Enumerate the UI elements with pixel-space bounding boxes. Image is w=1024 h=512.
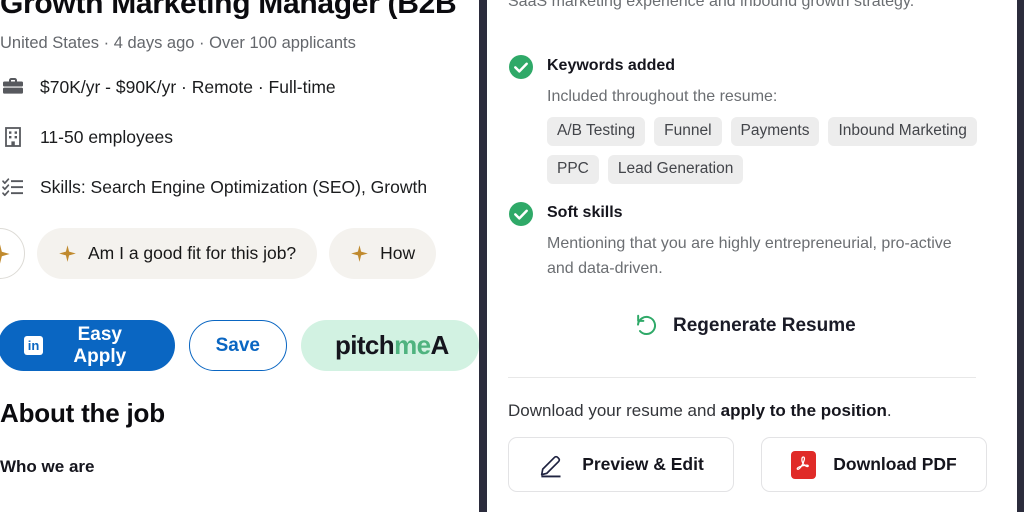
regenerate-resume-label: Regenerate Resume <box>673 314 856 336</box>
job-detail-skills-text: Skills: Search Engine Optimization (SEO)… <box>40 176 428 197</box>
save-button[interactable]: Save <box>188 320 287 371</box>
section-soft-skills-title: Soft skills <box>547 204 623 221</box>
keyword-chip[interactable]: A/B Testing <box>547 117 646 146</box>
preview-and-edit-label: Preview & Edit <box>582 454 704 474</box>
section-soft-skills-body: Mentioning that you are highly entrepren… <box>547 235 952 277</box>
sparkle-icon <box>59 245 76 262</box>
download-prompt-plain: Download your resume and <box>508 401 721 420</box>
pitchme-part-three: A <box>430 330 449 360</box>
linkedin-icon: in <box>24 336 43 355</box>
pitchme-part-one: pitch <box>334 330 395 360</box>
right-edge-border <box>1017 0 1024 512</box>
pitchme-part-two: me <box>394 330 431 360</box>
linkedin-job-panel: Growth Marketing Manager (B2B United Sta… <box>0 0 479 512</box>
checklist-icon <box>0 174 26 200</box>
panel-divider <box>479 0 487 512</box>
who-we-are-heading: Who we are <box>0 457 95 476</box>
keyword-chip[interactable]: Inbound Marketing <box>828 117 977 146</box>
ai-prompt-row: Am I a good fit for this job? How <box>0 228 437 279</box>
job-detail-company-size: 11-50 employees <box>0 124 173 150</box>
ai-chip-good-fit[interactable]: Am I a good fit for this job? <box>37 228 318 279</box>
section-keywords-header: Keywords added <box>508 53 978 80</box>
job-detail-salary-text: $70K/yr - $90K/yr · Remote · Full-time <box>40 76 336 97</box>
sparkle-icon <box>0 245 10 262</box>
job-detail-skills: Skills: Search Engine Optimization (SEO)… <box>0 174 427 200</box>
page-title: Growth Marketing Manager (B2B <box>0 0 457 20</box>
pitchme-badge[interactable]: pitch me A <box>300 320 479 371</box>
refresh-ccw-icon <box>637 314 657 336</box>
keyword-chip-list: A/B Testing Funnel Payments Inbound Marketi… <box>547 117 987 184</box>
easy-apply-button[interactable]: in Easy Apply <box>0 320 175 371</box>
download-prompt-end: . <box>886 401 892 420</box>
job-detail-company-size-text: 11-50 employees <box>40 126 173 147</box>
download-button-row: Preview & Edit Download PDF <box>508 437 987 492</box>
ai-chip-how[interactable]: How <box>329 228 437 279</box>
section-soft-skills-header: Soft skills <box>508 200 978 227</box>
sparkle-icon <box>351 245 368 262</box>
ai-assistant-button[interactable] <box>0 228 25 279</box>
section-soft-skills: Soft skills Mentioning that you are high… <box>508 200 978 281</box>
check-circle-icon <box>509 202 533 226</box>
ai-chip-good-fit-label: Am I a good fit for this job? <box>88 243 297 263</box>
keyword-chip[interactable]: Payments <box>730 117 820 146</box>
section-divider <box>508 377 976 378</box>
job-action-row: in Easy Apply Save pitch me A <box>0 320 479 371</box>
resume-assistant-panel: SaaS marketing experience and inbound gr… <box>487 0 1017 512</box>
keyword-chip[interactable]: Funnel <box>654 117 722 146</box>
building-icon <box>0 124 26 150</box>
section-keywords-added: Keywords added Included throughout the r… <box>508 53 978 184</box>
download-pdf-button[interactable]: Download PDF <box>761 437 987 492</box>
intro-text: SaaS marketing experience and inbound gr… <box>508 0 915 10</box>
keyword-chip[interactable]: Lead Generation <box>607 155 744 184</box>
screen-root: Growth Marketing Manager (B2B United Sta… <box>0 0 1024 512</box>
job-meta: United States · 4 days ago · Over 100 ap… <box>0 34 356 52</box>
keyword-chip[interactable]: PPC <box>547 155 599 184</box>
ai-chip-how-label: How <box>380 243 416 263</box>
about-the-job-heading: About the job <box>0 398 165 428</box>
preview-and-edit-button[interactable]: Preview & Edit <box>508 437 734 492</box>
section-keywords-title: Keywords added <box>547 57 676 74</box>
section-keywords-body: Included throughout the resume: <box>547 88 778 105</box>
job-detail-salary: $70K/yr - $90K/yr · Remote · Full-time <box>0 74 336 100</box>
pdf-icon <box>791 450 817 479</box>
check-circle-icon <box>509 55 533 79</box>
download-pdf-label: Download PDF <box>833 454 957 474</box>
download-prompt: Download your resume and apply to the po… <box>508 401 892 421</box>
regenerate-resume-button[interactable]: Regenerate Resume <box>634 313 856 338</box>
briefcase-icon <box>0 74 26 100</box>
download-prompt-bold: apply to the position <box>720 401 887 420</box>
pencil-icon <box>541 455 561 478</box>
easy-apply-label: Easy Apply <box>73 323 127 367</box>
